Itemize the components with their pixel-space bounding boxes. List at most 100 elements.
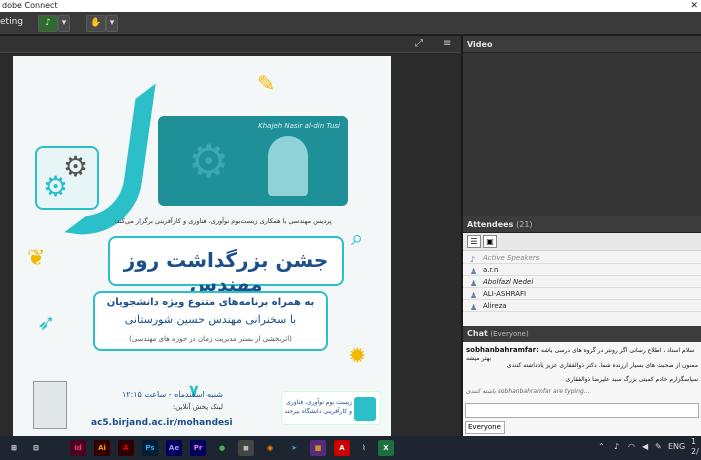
chat-message: sobhanbahramfar: سلام استاد ، اطلاع رسان… — [466, 346, 698, 363]
shared-poster: ⚙ ⚙ ⚙ Khajeh Nasir al-din Tusi ✎ ⌕ ❦ ➶ ✹… — [13, 56, 391, 436]
close-icon[interactable]: ✕ — [690, 0, 698, 12]
attendee-name: Abolfazl Nedei — [483, 278, 534, 286]
plant-icon: ❦ — [27, 246, 46, 271]
telegram-icon[interactable]: ➤ — [286, 440, 302, 456]
attendee-item[interactable]: ♟ a.r.n — [463, 265, 701, 276]
day-label: شنبه — [207, 390, 223, 399]
attendee-item[interactable]: ♟ Abolfazl Nedei — [463, 277, 701, 288]
attendees-title-text: Attendees — [467, 220, 514, 229]
portrait-panel: ⚙ Khajeh Nasir al-din Tusi — [158, 116, 348, 206]
attendees-title: Attendees (21) — [463, 216, 701, 233]
typing-indicator: باشته کنندی sobhanbahramfar are typing..… — [466, 388, 698, 396]
chat-audience: (Everyone) — [490, 330, 529, 338]
sponsor-box: زیست بوم نوآوری، فناوری و کارآفرینی دانش… — [281, 391, 381, 425]
illustrator-icon[interactable]: Ai — [94, 440, 110, 456]
person-icon: ♟ — [470, 267, 478, 276]
adobe-connect-window: dobe Connect ✕ eting ♪ ▾ ✋ ▾ ⤢ ≡ ⚙ ⚙ ⚙ K… — [0, 0, 701, 460]
program-line-2: با سخنرانی مهندس حسین شورستانی — [124, 313, 297, 326]
pdf-icon[interactable]: A — [334, 440, 350, 456]
attendee-view-toolbar: ☰ ▣ — [463, 233, 701, 251]
fullscreen-icon[interactable]: ⤢ — [415, 38, 423, 49]
title-box: جشن بزرگداشت روز مهندس — [108, 236, 344, 296]
chat-title: Chat (Everyone) — [463, 326, 701, 342]
meeting-toolbar: eting ♪ ▾ ✋ ▾ — [0, 12, 701, 35]
chat-message: ممنون از صحبت های بسیار ارزنده شما. دکتر… — [506, 362, 698, 369]
chat-title-text: Chat — [467, 329, 488, 338]
windows-taskbar: ⊞ ⊟ Id Ai A Ps Ae Pr ● ◼ ◉ ➤ ▦ A ⌇ X ⌃ ♪ ◠ ◀ ✎ ENG 1 2/ — [0, 436, 701, 460]
window-title: dobe Connect — [2, 1, 58, 10]
volume-icon[interactable]: ◀ — [642, 442, 648, 451]
chat-input[interactable] — [465, 403, 699, 418]
start-icon[interactable]: ⊞ — [6, 440, 22, 456]
chat-message: سپاسگزارم خادم کمیتی بزرگ سید علیرضا ذوا… — [565, 376, 698, 383]
chevron-up-icon[interactable]: ⌃ — [598, 442, 605, 451]
date-time: اسفندماه - ساعت ۱۲:۱۵ — [121, 390, 205, 399]
microphone-icon[interactable]: ♪ — [614, 442, 619, 451]
gear-icon: ⚙ — [63, 150, 89, 183]
title-bar: dobe Connect ✕ — [0, 0, 701, 12]
indesign-icon[interactable]: Id — [70, 440, 86, 456]
sponsor-logo — [354, 397, 376, 421]
gear-icon: ⚙ — [188, 134, 230, 188]
app-icon[interactable]: ◼ — [238, 440, 254, 456]
attendee-name: Alireza — [483, 302, 507, 310]
chat-target-select[interactable]: Everyone — [465, 421, 505, 434]
list-view-icon[interactable]: ☰ — [467, 235, 481, 248]
chat-author: sobhanbahramfar: — [466, 346, 539, 354]
poster-title: جشن بزرگداشت روز مهندس — [123, 248, 329, 296]
speaker-icon[interactable]: ♪ — [38, 15, 58, 32]
attendee-name: a.r.n — [483, 266, 499, 274]
program-line-1: به همراه برنامه‌های متنوع ویژه دانشجویان — [106, 297, 315, 308]
pod-menu-icon[interactable]: ≡ — [443, 38, 451, 49]
status-dropdown[interactable]: ▾ — [106, 15, 118, 32]
share-pod: ⤢ ≡ ⚙ ⚙ ⚙ Khajeh Nasir al-din Tusi ✎ ⌕ ❦… — [0, 36, 461, 436]
magnifier-icon: ⌕ — [351, 226, 364, 251]
book-icon: ✎ — [257, 72, 276, 97]
acrobat-icon[interactable]: A — [118, 440, 134, 456]
taskview-icon[interactable]: ⊟ — [28, 440, 44, 456]
excel-icon[interactable]: X — [378, 440, 394, 456]
raise-hand-icon[interactable]: ✋ — [86, 15, 106, 32]
language-indicator[interactable]: ENG — [668, 442, 685, 451]
microphone-icon: ♪ — [470, 255, 476, 264]
winrar-icon[interactable]: ▦ — [310, 440, 326, 456]
firefox-icon[interactable]: ◉ — [262, 440, 278, 456]
active-speakers-label: Active Speakers — [483, 254, 540, 262]
clock-date[interactable]: 2/ — [691, 447, 699, 456]
rocket-icon: ➶ — [37, 311, 56, 336]
attendees-pod: Attendees (21) ☰ ▣ ♪ Active Speakers ♟ a… — [463, 216, 701, 326]
sponsor-text: زیست بوم نوآوری، فناوری و کارآفرینی دانش… — [284, 399, 352, 415]
organizer-line: پردیس مهندسی با همکاری زیست‌بوم نوآوری، … — [114, 217, 332, 225]
premiere-icon[interactable]: Pr — [190, 440, 206, 456]
input-icon[interactable]: ✎ — [655, 442, 662, 451]
speaker-dropdown[interactable]: ▾ — [58, 15, 70, 32]
video-title: Video — [463, 36, 701, 53]
photoshop-icon[interactable]: Ps — [142, 440, 158, 456]
link-label: لینک پخش آنلاین: — [172, 403, 223, 411]
user-view-icon[interactable]: ▣ — [483, 235, 497, 248]
person-icon: ♟ — [470, 291, 478, 300]
link-url: ac5.birjand.ac.ir/mohandesi — [91, 418, 233, 428]
portrait-caption: Khajeh Nasir al-din Tusi — [258, 122, 340, 130]
clock-time[interactable]: 1 — [691, 437, 696, 446]
share-pod-header: ⤢ ≡ — [0, 36, 461, 53]
gear-graphic: ⚙ ⚙ — [35, 146, 99, 210]
attendee-item[interactable]: ♟ Alireza — [463, 301, 701, 312]
person-icon: ♟ — [470, 279, 478, 288]
chrome-icon[interactable]: ● — [214, 440, 230, 456]
wifi-icon[interactable]: ◠ — [628, 442, 635, 451]
attendees-count: (21) — [516, 220, 533, 229]
video-pod: Video — [463, 36, 701, 216]
video-area — [463, 53, 701, 216]
meeting-menu[interactable]: eting — [0, 17, 23, 27]
connect-icon[interactable]: ⌇ — [356, 440, 372, 456]
aftereffects-icon[interactable]: Ae — [166, 440, 182, 456]
program-box: به همراه برنامه‌های متنوع ویژه دانشجویان… — [93, 291, 328, 351]
program-line-3: (اثربخشی از بستر مدیریت زمان در حوزه های… — [129, 335, 292, 343]
typing-text: sobhanbahramfar are typing... — [497, 388, 590, 395]
date-text: شنبه اسفندماه - ساعت ۱۲:۱۵ — [93, 390, 223, 399]
attendee-name: ALI-ASHRAFI — [483, 290, 527, 298]
portrait-figure — [268, 136, 308, 196]
attendee-item[interactable]: ♟ ALI-ASHRAFI — [463, 289, 701, 300]
university-logo — [33, 381, 67, 429]
